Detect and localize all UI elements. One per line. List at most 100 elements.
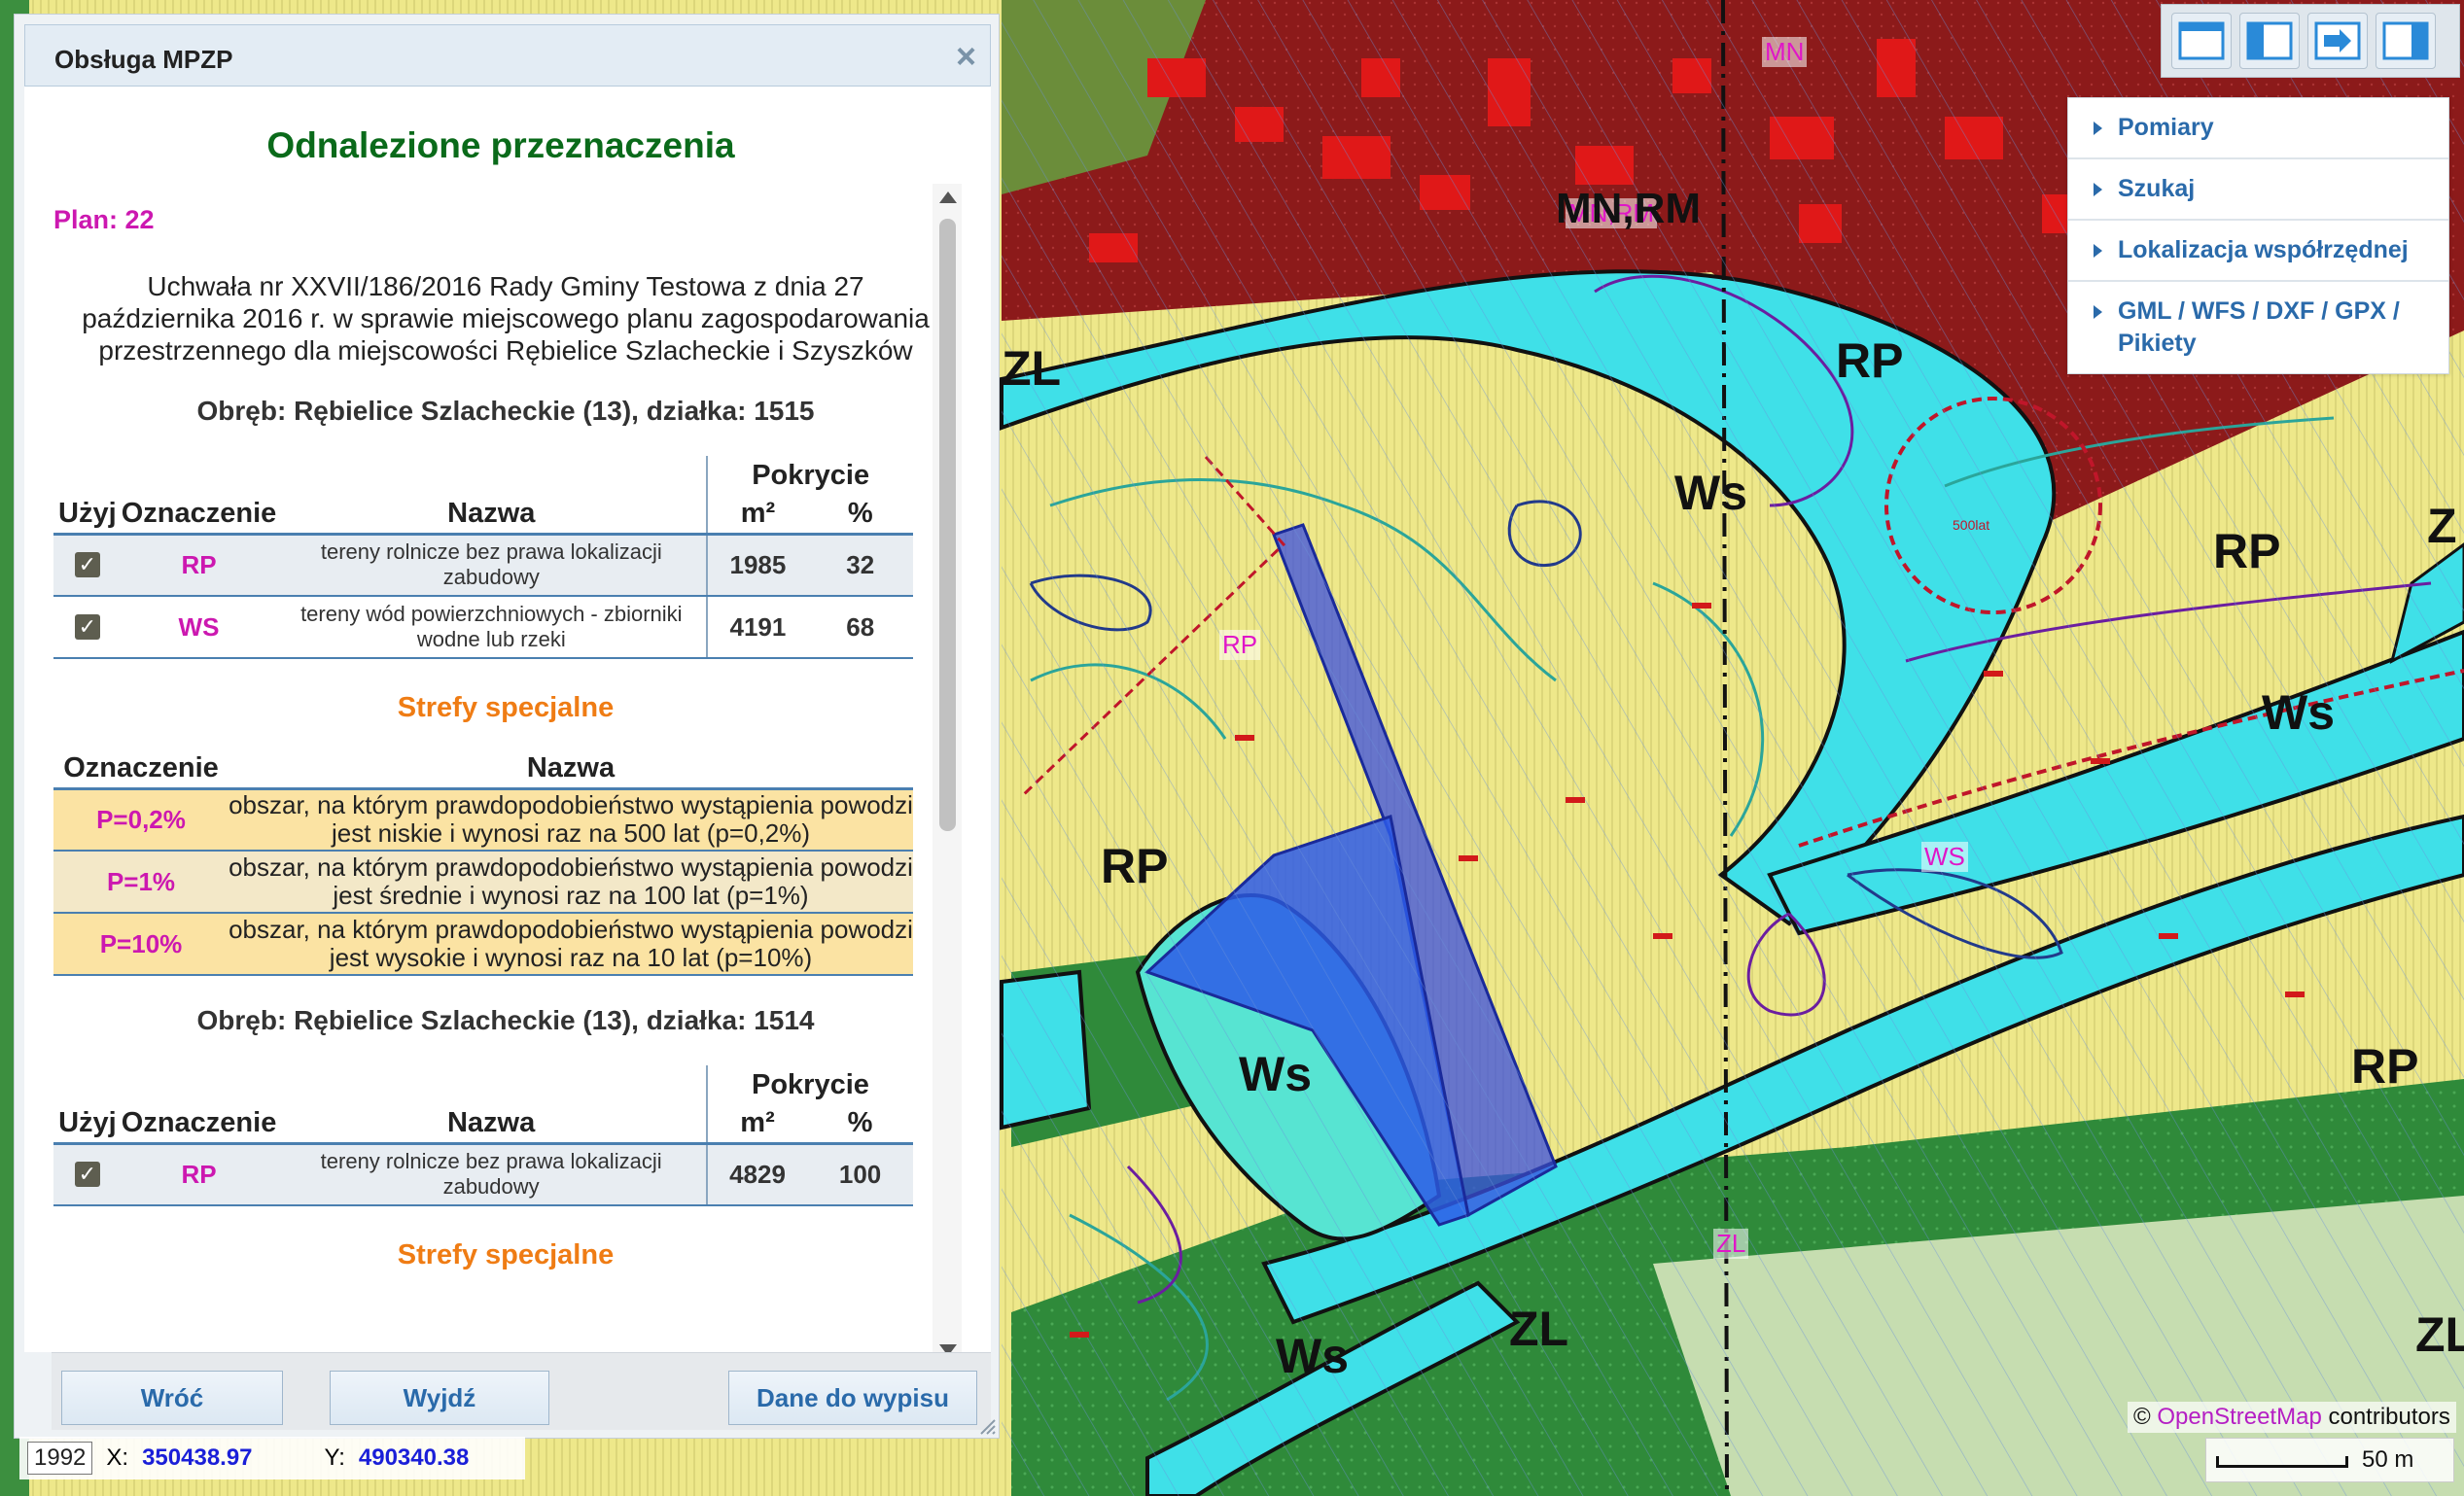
menu-item-label: Szukaj — [2118, 175, 2196, 202]
destinations-table: Pokrycie Użyj Oznaczenie Nazwa m² % ✓ RP… — [53, 1065, 913, 1206]
results-heading: Odnalezione przeznaczenia — [266, 125, 735, 165]
table-row: ✓ RP tereny rolnicze bez prawa lokalizac… — [53, 1143, 913, 1206]
map-label-ws-1: Ws — [1674, 466, 1747, 520]
y-coordinate: 490340.38 — [358, 1444, 470, 1471]
zone-code: P=0,2% — [53, 788, 229, 852]
destination-code: RP — [121, 1143, 277, 1206]
expand-triangle-icon — [2094, 305, 2102, 319]
extract-data-button[interactable]: Dane do wypisu — [728, 1371, 977, 1425]
map-label-ws-4: Ws — [1276, 1329, 1349, 1383]
coverage-pct: 32 — [807, 534, 913, 597]
menu-item-gml[interactable]: GML / WFS / DXF / GPX / Pikiety — [2068, 282, 2448, 373]
layout-arrow-right-icon — [2314, 21, 2361, 60]
x-coordinate: 350438.97 — [142, 1444, 253, 1471]
menu-item-pomiary[interactable]: Pomiary — [2068, 98, 2448, 159]
map-label-rp-1: RP — [1836, 333, 1904, 388]
column-header-m2: m² — [705, 1104, 808, 1145]
column-header-code: Oznaczenie — [121, 1104, 277, 1145]
zone-code: P=10% — [53, 913, 229, 976]
column-header-code: Oznaczenie — [53, 749, 229, 790]
back-button[interactable]: Wróć — [61, 1371, 283, 1425]
zone-name: obszar, na którym prawdopodobieństwo wys… — [229, 851, 913, 914]
parcel-title: Obręb: Rębielice Szlacheckie (13), dział… — [196, 1005, 815, 1035]
exit-button[interactable]: Wyjdź — [330, 1371, 549, 1425]
table-row: ✓ RP tereny rolnicze bez prawa lokalizac… — [53, 534, 913, 597]
expand-triangle-icon — [2094, 183, 2102, 196]
epsg-select[interactable]: 1992 — [27, 1442, 93, 1475]
scale-bar: 50 m — [2205, 1438, 2454, 1482]
scroll-up-icon[interactable] — [939, 191, 957, 203]
resolution-text: Uchwała nr XXVII/186/2016 Rady Gminy Tes… — [82, 271, 930, 365]
column-header-code: Oznaczenie — [121, 495, 277, 536]
special-zones-title: Strefy specjalne — [397, 1239, 615, 1270]
column-header-coverage: Pokrycie — [705, 1065, 913, 1104]
layout-arrow-right-button[interactable] — [2307, 13, 2368, 69]
map-label-mnrm: MN,RM — [1556, 185, 1702, 232]
map-label-mn: MN — [1762, 37, 1808, 67]
column-header-use: Użyj — [53, 495, 122, 536]
plan-label: Plan: 22 — [53, 205, 155, 234]
column-header-m2: m² — [706, 495, 808, 536]
special-zones-table: Oznaczenie Nazwa P=0,2% obszar, na który… — [53, 749, 913, 976]
map-attribution: © OpenStreetMap contributors — [2128, 1402, 2456, 1433]
layout-right-panel-icon — [2382, 21, 2429, 60]
column-header-name: Nazwa — [276, 1104, 707, 1145]
destinations-table: Pokrycie Użyj Oznaczenie Nazwa m² % ✓ RP… — [53, 456, 913, 659]
resize-grip-icon[interactable] — [977, 1416, 997, 1436]
scroll-down-icon[interactable] — [939, 1344, 957, 1352]
zone-code: P=1% — [53, 851, 229, 914]
mpzp-panel: Obsługa MPZP × Odnalezione przeznaczenia… — [14, 14, 1000, 1439]
layout-left-panel-icon — [2246, 21, 2293, 60]
column-header-name: Nazwa — [276, 495, 708, 536]
map-label-zl-1: ZL — [1509, 1302, 1569, 1356]
layout-toolbar — [2161, 4, 2460, 78]
zone-name: obszar, na którym prawdopodobieństwo wys… — [229, 788, 913, 852]
coverage-pct: 68 — [807, 596, 913, 659]
layout-full-button[interactable] — [2171, 13, 2232, 69]
menu-item-szukaj[interactable]: Szukaj — [2068, 159, 2448, 221]
x-label: X: — [106, 1444, 129, 1471]
scale-line — [2216, 1456, 2348, 1468]
coverage-pct: 100 — [807, 1143, 913, 1206]
map-label-ws-small: WS — [1921, 842, 1968, 872]
destination-name: tereny rolnicze bez prawa lokalizacji za… — [276, 1143, 707, 1206]
results-scroll-area[interactable]: Plan: 22 Uchwała nr XXVII/186/2016 Rady … — [53, 184, 958, 1350]
use-checkbox[interactable]: ✓ — [74, 614, 100, 640]
close-icon[interactable]: × — [956, 39, 976, 74]
map-label-ws-3: Ws — [1239, 1047, 1312, 1101]
tools-menu: Pomiary Szukaj Lokalizacja współrzędnej … — [2067, 97, 2449, 374]
osm-link[interactable]: OpenStreetMap — [2157, 1404, 2321, 1430]
panel-footer: Wróć Wyjdź Dane do wypisu — [52, 1352, 991, 1430]
menu-item-label: Pomiary — [2118, 114, 2214, 141]
special-zones-title: Strefy specjalne — [397, 692, 615, 723]
zone-name: obszar, na którym prawdopodobieństwo wys… — [229, 913, 913, 976]
results-scrollbar[interactable] — [933, 184, 962, 1352]
use-checkbox[interactable]: ✓ — [74, 552, 100, 578]
table-row: P=0,2% obszar, na którym prawdopodobieńs… — [53, 788, 913, 852]
map-label-ws-2: Ws — [2262, 685, 2335, 740]
destination-name: tereny rolnicze bez prawa lokalizacji za… — [276, 534, 708, 597]
map-label-zl-2: ZL — [2415, 1307, 2464, 1362]
menu-item-label: Lokalizacja współrzędnej — [2118, 236, 2409, 263]
coverage-m2: 1985 — [706, 534, 808, 597]
layout-full-icon — [2178, 21, 2225, 60]
layout-right-panel-button[interactable] — [2376, 13, 2436, 69]
panel-content: Odnalezione przeznaczenia Plan: 22 Uchwa… — [24, 87, 991, 1352]
layout-left-panel-button[interactable] — [2239, 13, 2300, 69]
menu-item-label: GML / WFS / DXF / GPX / Pikiety — [2118, 297, 2400, 357]
table-row: ✓ WS tereny wód powierzchniowych - zbior… — [53, 596, 913, 659]
expand-triangle-icon — [2094, 122, 2102, 135]
destination-code: RP — [121, 534, 277, 597]
menu-item-lokalizacja[interactable]: Lokalizacja współrzędnej — [2068, 221, 2448, 282]
use-checkbox[interactable]: ✓ — [74, 1162, 100, 1188]
map-label-zl-small: ZL — [1713, 1229, 1749, 1259]
map-label-z: Z — [2427, 499, 2457, 553]
column-header-pct: % — [807, 1104, 913, 1145]
scroll-thumb[interactable] — [939, 219, 956, 831]
parcel-title: Obręb: Rębielice Szlacheckie (13), dział… — [196, 396, 815, 426]
column-header-name: Nazwa — [229, 749, 913, 790]
destination-code: WS — [121, 596, 277, 659]
column-header-pct: % — [807, 495, 913, 536]
panel-header[interactable]: Obsługa MPZP × — [24, 24, 991, 87]
table-row: P=10% obszar, na którym prawdopodobieńst… — [53, 913, 913, 976]
